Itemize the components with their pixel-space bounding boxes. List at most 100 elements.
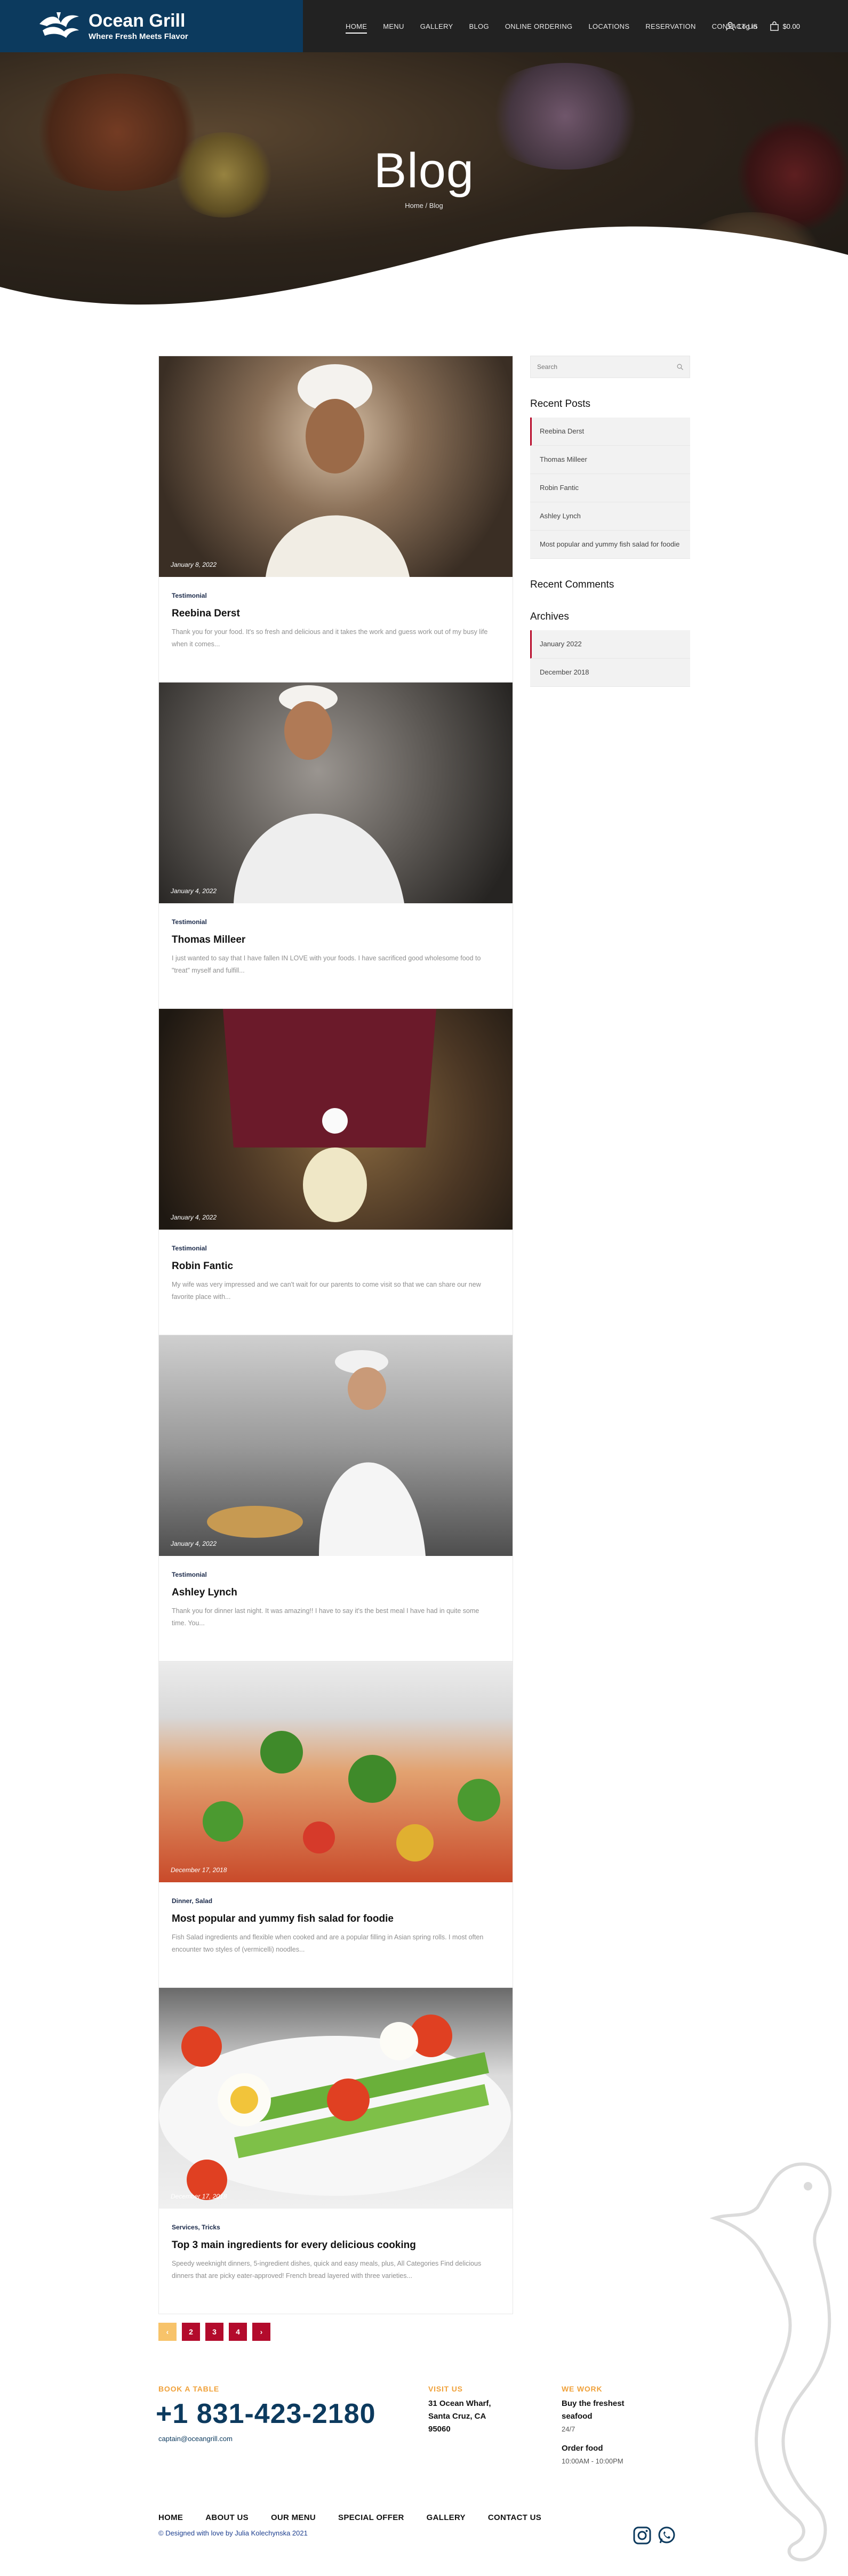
login-label: Log in <box>738 22 757 30</box>
post-thumbnail[interactable]: January 4, 2022 <box>159 1335 513 1556</box>
nav-home[interactable]: HOME <box>346 22 367 34</box>
post-category[interactable]: Testimonial <box>172 1571 500 1578</box>
post-excerpt: Speedy weeknight dinners, 5-ingredient d… <box>172 2260 482 2280</box>
post-thumbnail[interactable]: January 8, 2022 <box>159 356 513 577</box>
post-category[interactable]: Testimonial <box>172 1245 500 1252</box>
post-title[interactable]: Ashley Lynch <box>172 1587 500 1599</box>
post-date: December 17, 2018 <box>171 1866 227 1874</box>
egg-salad-photo <box>159 2015 511 2200</box>
search-box <box>530 356 690 378</box>
chef-photo <box>223 1009 436 1222</box>
nav-blog[interactable]: BLOG <box>469 22 489 30</box>
we-work-label: WE WORK <box>562 2385 603 2393</box>
post-thumbnail[interactable]: December 17, 2018 <box>159 1662 513 1882</box>
login-link[interactable]: Log in <box>725 21 757 31</box>
post-title[interactable]: Most popular and yummy fish salad for fo… <box>172 1913 500 1925</box>
hero-wave-divider <box>0 226 848 314</box>
search-icon[interactable] <box>677 364 683 370</box>
hours-title: Order food <box>562 2444 603 2453</box>
nav-menu[interactable]: MENU <box>383 22 404 30</box>
opening-hours: Buy the freshest seafood 24/7 Order food… <box>562 2397 625 2468</box>
email-link[interactable]: captain@oceangrill.com <box>158 2435 233 2443</box>
post-date: January 4, 2022 <box>171 1540 217 1547</box>
footer-nav-gallery[interactable]: GALLERY <box>427 2513 466 2522</box>
recent-posts-list: Reebina Derst Thomas Milleer Robin Fanti… <box>530 418 690 559</box>
cart-link[interactable]: $0.00 <box>770 21 800 31</box>
address-line: 95060 <box>428 2425 451 2434</box>
footer-nav-contact[interactable]: CONTACT US <box>488 2513 541 2522</box>
address-line: 31 Ocean Wharf, <box>428 2399 491 2408</box>
shopping-bag-icon <box>770 21 779 31</box>
recent-post-item[interactable]: Thomas Milleer <box>530 446 690 474</box>
phone-number[interactable]: +1 831-423-2180 <box>156 2398 376 2430</box>
post-date: January 4, 2022 <box>171 887 217 895</box>
blog-post-card[interactable]: December 17, 2018 Services, Tricks Top 3… <box>158 1987 513 2314</box>
post-title[interactable]: Reebina Derst <box>172 608 500 620</box>
blog-post-card[interactable]: December 17, 2018 Dinner, Salad Most pop… <box>158 1661 513 1988</box>
user-icon <box>726 22 734 31</box>
address-line: Santa Cruz, CA <box>428 2412 486 2421</box>
nav-reservation[interactable]: RESERVATION <box>645 22 695 30</box>
sidebar: Recent Posts Reebina Derst Thomas Millee… <box>530 356 690 687</box>
whatsapp-icon[interactable] <box>657 2526 676 2545</box>
post-excerpt: Fish Salad ingredients and flexible when… <box>172 1933 484 1953</box>
instagram-icon[interactable] <box>633 2526 652 2545</box>
footer-nav-menu[interactable]: OUR MENU <box>271 2513 316 2522</box>
post-thumbnail[interactable]: January 4, 2022 <box>159 1009 513 1230</box>
blog-post-card[interactable]: January 8, 2022 Testimonial Reebina Ders… <box>158 356 513 683</box>
blog-post-card[interactable]: January 4, 2022 Testimonial Thomas Mille… <box>158 682 513 1009</box>
post-title[interactable]: Thomas Milleer <box>172 934 500 946</box>
visit-us-label: VISIT US <box>428 2385 463 2393</box>
pagination-page-button[interactable]: 3 <box>205 2323 223 2341</box>
logo[interactable]: Ocean Grill Where Fresh Meets Flavor <box>0 0 303 52</box>
pagination-page-button[interactable]: 4 <box>229 2323 247 2341</box>
post-title[interactable]: Top 3 main ingredients for every delicio… <box>172 2240 500 2251</box>
post-category[interactable]: Testimonial <box>172 918 500 926</box>
footer-nav: HOME ABOUT US OUR MENU SPECIAL OFFER GAL… <box>158 2513 564 2522</box>
recent-post-item[interactable]: Ashley Lynch <box>530 502 690 531</box>
social-links <box>633 2526 682 2545</box>
nav-online-ordering[interactable]: ONLINE ORDERING <box>505 22 573 30</box>
post-category[interactable]: Services, Tricks <box>172 2224 500 2231</box>
search-input[interactable] <box>537 363 665 371</box>
nav-locations[interactable]: LOCATIONS <box>588 22 629 30</box>
chef-photo <box>234 685 404 903</box>
recent-comments-heading: Recent Comments <box>530 579 614 590</box>
footer-nav-about[interactable]: ABOUT US <box>205 2513 249 2522</box>
brand-name: Ocean Grill <box>89 10 186 31</box>
post-excerpt: Thank you for your food. It's so fresh a… <box>172 628 488 648</box>
main-nav: HOME MENU GALLERY BLOG ONLINE ORDERING L… <box>346 0 774 52</box>
post-category[interactable]: Testimonial <box>172 592 500 599</box>
book-table-label: BOOK A TABLE <box>158 2385 220 2393</box>
recent-post-item[interactable]: Reebina Derst <box>530 418 690 446</box>
salad-photo <box>203 1731 500 1861</box>
hours-value: 10:00AM - 10:00PM <box>562 2457 623 2465</box>
post-category[interactable]: Dinner, Salad <box>172 1897 500 1905</box>
footer-nav-home[interactable]: HOME <box>158 2513 183 2522</box>
pagination-page-button[interactable]: 2 <box>182 2323 200 2341</box>
blog-post-card[interactable]: January 4, 2022 Testimonial Robin Fantic… <box>158 1008 513 1335</box>
chef-photo <box>266 364 410 577</box>
nav-gallery[interactable]: GALLERY <box>420 22 453 30</box>
archive-item[interactable]: January 2022 <box>530 630 690 659</box>
post-date: January 4, 2022 <box>171 1214 217 1221</box>
brand-tagline: Where Fresh Meets Flavor <box>89 31 188 41</box>
pagination-prev-button[interactable]: ‹ <box>158 2323 177 2341</box>
hours-title: seafood <box>562 2412 593 2421</box>
archives-list: January 2022 December 2018 <box>530 630 690 687</box>
archive-item[interactable]: December 2018 <box>530 659 690 687</box>
chef-photo <box>207 1350 426 1556</box>
pagination-next-button[interactable]: › <box>252 2323 270 2341</box>
footer-nav-special-offer[interactable]: SPECIAL OFFER <box>338 2513 404 2522</box>
archives-heading: Archives <box>530 611 569 622</box>
cart-total: $0.00 <box>782 22 800 30</box>
blog-post-card[interactable]: January 4, 2022 Testimonial Ashley Lynch… <box>158 1335 513 1662</box>
top-header: Ocean Grill Where Fresh Meets Flavor HOM… <box>0 0 848 52</box>
post-thumbnail[interactable]: January 4, 2022 <box>159 683 513 903</box>
post-thumbnail[interactable]: December 17, 2018 <box>159 1988 513 2209</box>
recent-post-item[interactable]: Robin Fantic <box>530 474 690 502</box>
post-title[interactable]: Robin Fantic <box>172 1261 500 1272</box>
post-date: January 8, 2022 <box>171 561 217 568</box>
footer-credit: © Designed with love by Julia Kolechynsk… <box>158 2529 308 2537</box>
recent-post-item[interactable]: Most popular and yummy fish salad for fo… <box>530 531 690 559</box>
